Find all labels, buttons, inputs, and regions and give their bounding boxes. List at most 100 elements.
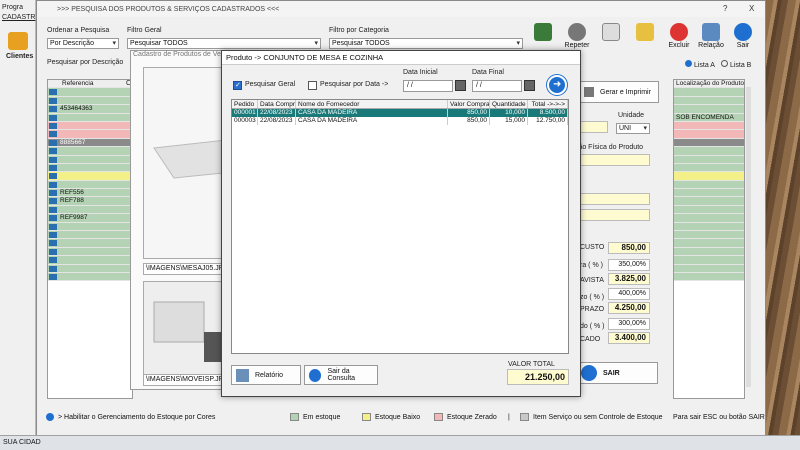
avista-value[interactable]: 3.825,00 [608,273,650,285]
table-row[interactable] [48,222,132,232]
pencil-button[interactable] [629,23,661,42]
sair-main-button[interactable]: SAIR [576,362,658,384]
calendar-icon[interactable] [455,80,466,91]
sub-title: Cadastro de Produtos de Ve [133,51,221,58]
row-marker-icon [49,148,57,155]
row-marker-icon [49,106,57,113]
relacao-button[interactable]: Relação [695,23,727,49]
ordenar-label: Ordenar a Pesquisa [47,27,110,34]
gerar-imprimir-button[interactable]: Gerar e Imprimir [579,81,659,103]
table-row[interactable] [48,163,132,173]
cado-value[interactable]: 3.400,00 [608,332,650,344]
field-right-3[interactable] [576,209,650,221]
sair-toolbar-button[interactable]: Sair [727,23,759,49]
location-row [674,214,744,223]
column-header[interactable]: Quantidade [490,100,528,108]
ra-label: ra ( % ) [580,262,603,269]
table-row[interactable] [48,180,132,190]
table-row[interactable] [48,172,132,181]
location-row [674,205,744,215]
table-row[interactable] [48,147,132,156]
data-inicial-input[interactable]: / / [403,80,453,92]
radio-icon[interactable] [46,413,54,421]
cadastro-menu[interactable]: CADASTR [2,14,35,21]
table-row[interactable] [48,121,132,131]
table-row[interactable]: REF9987 [48,214,132,223]
table-row[interactable] [48,256,132,265]
table-row[interactable]: 453464363 [48,105,132,114]
column-header[interactable]: Data Compra [258,100,296,108]
filtro-cat-label: Filtro por Categoria [329,27,389,34]
edit-icon [534,23,552,41]
legend-em-estoque: Em estoque [290,412,340,422]
lista-b-radio[interactable]: Lista B [721,60,751,69]
repeter-button[interactable]: Repeter [561,23,593,49]
toolbar-button-1[interactable] [527,23,559,42]
field-right-2[interactable] [576,193,650,205]
column-header[interactable]: Total ->->-> [528,100,568,108]
column-header[interactable]: Nome do Fornecedor [296,100,448,108]
column-header[interactable]: Valor Compra [448,100,490,108]
table-row[interactable] [48,247,132,257]
help-button[interactable]: ? [723,4,727,13]
pesquisar-go-button[interactable] [547,75,567,95]
calendar-icon[interactable] [524,80,535,91]
pct2-value[interactable]: 400,00% [608,288,650,300]
table-row[interactable]: REF788 [48,197,132,206]
grid-scrollbar[interactable] [746,87,751,387]
location-row [674,105,744,114]
table-cell: 850,00 [448,109,490,117]
pesquisar-data-checkbox[interactable] [308,81,317,90]
table-row[interactable] [48,231,132,240]
table-row[interactable]: 000001 22/08/2023 CASA DA MADEIRA 850,00 10,… [232,109,568,117]
table-row[interactable] [48,155,132,164]
table-row[interactable] [48,239,132,248]
filtro-cat-select[interactable]: Pesquisar TODOS [329,38,523,49]
pct1-value[interactable]: 350,00% [608,259,650,271]
table-row[interactable] [48,113,132,122]
product-grid[interactable]: Referencia 453464363 8885667 REF556 REF788 R… [47,79,133,399]
compras-grid[interactable]: Pedido Data Compra Nome do Fornecedor Valor… [231,99,569,354]
row-marker-icon [49,181,57,188]
grid-header: Referencia [48,80,132,89]
row-marker-icon [49,164,57,171]
clientes-icon[interactable] [8,32,28,50]
sair-consulta-button[interactable]: Sair da Consulta [304,365,378,385]
data-final-input[interactable]: / / [472,80,522,92]
prazo-value[interactable]: 4.250,00 [608,302,650,314]
row-marker-icon [49,232,57,239]
location-row [674,222,744,232]
unidade-select[interactable]: UNI [616,123,650,134]
table-cell: 10,000 [490,109,528,117]
location-row [674,189,744,198]
table-row[interactable]: 000003 22/08/2023 CASA DA MADEIRA 850,00 15,… [232,117,568,125]
table-row[interactable] [48,130,132,139]
add-button[interactable] [595,23,627,42]
filtro-geral-label: Filtro Geral [127,27,162,34]
pesquisar-geral-checkbox[interactable] [233,81,242,90]
row-marker-icon [49,173,57,180]
taskbar-text: SUA CIDAD [3,439,41,446]
filtro-geral-select[interactable]: Pesquisar TODOS [127,38,321,49]
habilitar-option[interactable]: > Habilitar o Gerenciamento do Estoque p… [46,412,215,422]
ordenar-select[interactable]: Por Descrição [47,38,119,49]
lista-a-radio[interactable]: Lista A [685,60,715,69]
excluir-button[interactable]: Excluir [663,23,695,49]
table-row[interactable] [48,264,132,273]
table-row[interactable]: 8885667 [48,138,132,148]
loc-fisica-input[interactable] [576,154,650,166]
table-row[interactable] [48,88,132,97]
table-row[interactable] [48,96,132,106]
table-row[interactable]: REF556 [48,189,132,198]
custo-value[interactable]: 850,00 [608,242,650,254]
relatorio-button[interactable]: Relatório [231,365,301,385]
para-sair-hint: Para sair ESC ou botão SAIR [673,413,765,421]
pct3-value[interactable]: 300,00% [608,318,650,330]
close-button[interactable]: X [749,4,754,13]
table-row[interactable] [48,272,132,282]
row-marker-icon [49,156,57,163]
row-marker-icon [49,114,57,121]
row-marker-icon [49,97,57,104]
column-header[interactable]: Pedido [232,100,258,108]
table-row[interactable] [48,205,132,215]
